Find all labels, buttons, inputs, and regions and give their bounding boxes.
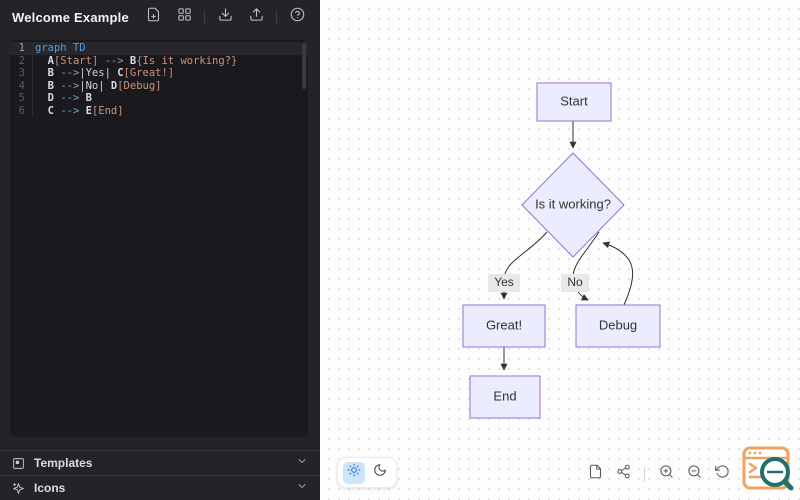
line-content: B -->|Yes| C[Great!] (32, 67, 174, 80)
templates-grid-button[interactable] (173, 6, 195, 28)
reset-view-icon (714, 464, 730, 484)
canvas-toolbar (585, 464, 732, 484)
app-window: Welcome Example 1 graph TD 2 A[Start] --… (0, 0, 800, 500)
copy-diagram-icon (588, 464, 603, 484)
node-great-label: Great! (486, 317, 522, 332)
flowchart-svg: Yes No Start Is it working? Great! Debug… (462, 82, 661, 419)
code-lines: 1 graph TD 2 A[Start] --> B{Is it working?… (10, 40, 308, 117)
browser-magnifier-icon (740, 446, 796, 500)
help-icon (290, 7, 305, 27)
help-button[interactable] (286, 6, 308, 28)
toolbar-divider (644, 466, 645, 482)
templates-label: Templates (34, 456, 93, 470)
zoom-out-button[interactable] (684, 464, 704, 484)
header-divider (276, 9, 277, 25)
icons-label: Icons (34, 481, 66, 495)
node-end-label: End (493, 388, 516, 403)
chevron-down-icon (296, 479, 308, 497)
line-number: 5 (18, 92, 25, 104)
code-line[interactable]: 3 B -->|Yes| C[Great!] (10, 67, 308, 80)
edge-label-yes: Yes (494, 275, 514, 289)
panel-footer: Templates Icons (0, 450, 320, 500)
chevron-down-icon (296, 454, 308, 472)
download-icon (218, 7, 233, 27)
panel-header: Welcome Example (0, 0, 320, 34)
copy-diagram-button[interactable] (585, 464, 605, 484)
code-line[interactable]: 1 graph TD (10, 42, 308, 55)
line-number: 2 (18, 54, 25, 67)
editor-scrollbar[interactable] (302, 43, 306, 89)
code-line[interactable]: 4 B -->|No| D[Debug] (10, 79, 308, 92)
node-decision-label: Is it working? (535, 196, 611, 211)
code-editor[interactable]: 1 graph TD 2 A[Start] --> B{Is it working?… (10, 40, 308, 437)
edge-debug-decision (602, 241, 634, 306)
reset-view-button[interactable] (712, 464, 732, 484)
line-content: B -->|No| D[Debug] (32, 79, 162, 92)
zoom-in-button[interactable] (656, 464, 676, 484)
share-icon (616, 464, 631, 484)
diagram-canvas[interactable]: Yes No Start Is it working? Great! Debug… (320, 0, 800, 500)
upload-icon (249, 7, 264, 27)
document-title: Welcome Example (12, 9, 129, 25)
line-number: 4 (18, 79, 25, 92)
zoom-in-icon (659, 464, 674, 484)
line-number: 1 (18, 42, 25, 54)
edge-label-no: No (567, 275, 583, 289)
upload-button[interactable] (245, 6, 267, 28)
new-file-icon (146, 7, 161, 27)
theme-toggle (337, 457, 397, 488)
code-line[interactable]: 6 C --> E[End] (10, 104, 308, 117)
code-line[interactable]: 2 A[Start] --> B{Is it working?} (10, 54, 308, 67)
dark-theme-button[interactable] (369, 462, 391, 484)
line-content: D --> B (32, 92, 92, 105)
zoom-out-icon (687, 464, 702, 484)
moon-icon (373, 463, 387, 482)
line-content: A[Start] --> B{Is it working?} (32, 54, 237, 67)
line-number: 3 (18, 67, 25, 79)
node-debug-label: Debug (599, 317, 637, 332)
page-scan-widget[interactable] (740, 441, 796, 497)
templates-accordion[interactable]: Templates (0, 450, 320, 475)
share-button[interactable] (613, 464, 633, 484)
icons-accordion[interactable]: Icons (0, 475, 320, 500)
header-actions (142, 6, 308, 28)
templates-grid-icon (177, 7, 192, 27)
line-content: C --> E[End] (32, 104, 124, 117)
header-divider (204, 9, 205, 25)
sparkles-icon (13, 482, 24, 494)
sun-icon (347, 463, 361, 482)
template-icon (13, 457, 24, 469)
download-button[interactable] (214, 6, 236, 28)
light-theme-button[interactable] (342, 461, 365, 484)
code-line[interactable]: 5 D --> B (10, 92, 308, 105)
editor-panel: Welcome Example 1 graph TD 2 A[Start] --… (0, 0, 320, 500)
line-content: graph TD (32, 42, 86, 55)
line-number: 6 (18, 104, 25, 117)
node-start-label: Start (560, 93, 588, 108)
new-file-button[interactable] (142, 6, 164, 28)
